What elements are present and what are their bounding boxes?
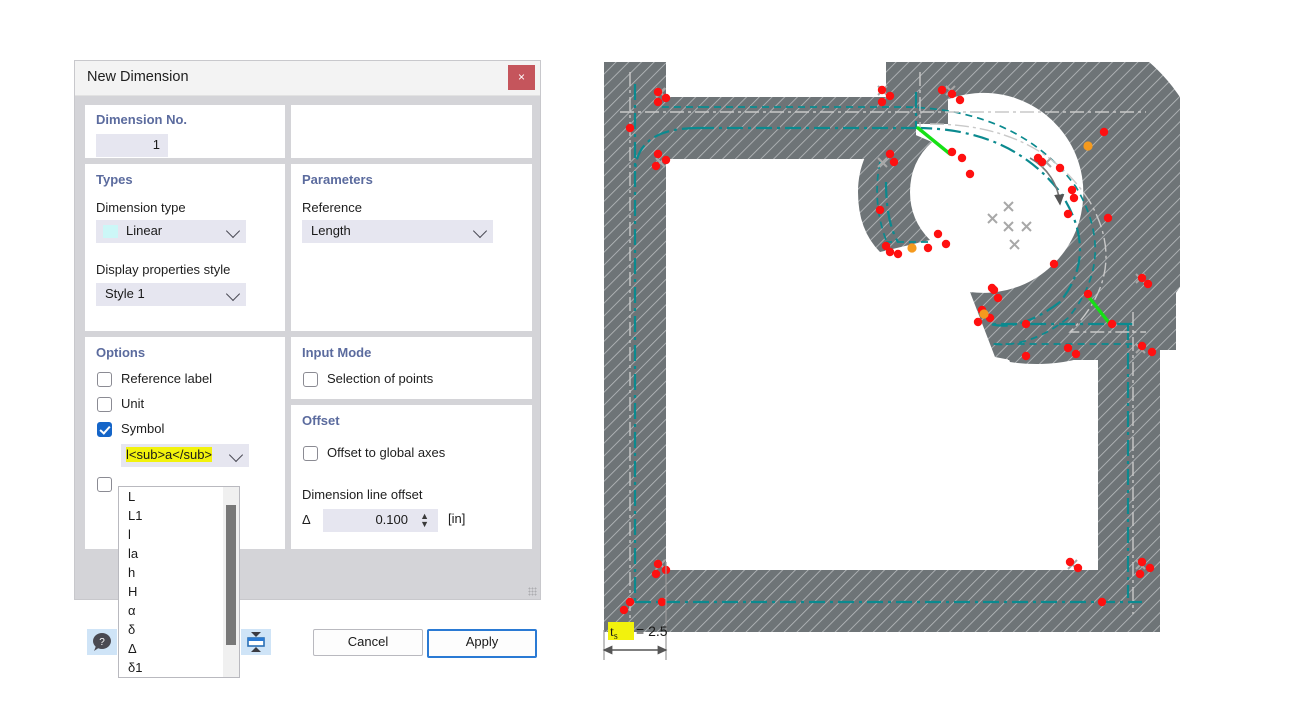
dropdown-item[interactable]: L1 bbox=[119, 506, 239, 525]
dropdown-item[interactable]: Δ bbox=[119, 639, 239, 658]
symbol-combo-value[interactable]: l<sub>a</sub> bbox=[126, 447, 213, 462]
reference-label: Reference bbox=[302, 200, 362, 215]
types-panel: Types Dimension type Linear Display prop… bbox=[85, 164, 285, 331]
dropdown-item[interactable]: H bbox=[119, 582, 239, 601]
offset-value-field[interactable]: 0.100 ▲ ▼ bbox=[323, 509, 438, 532]
selection-of-points-checkbox[interactable] bbox=[303, 372, 318, 387]
dimension-no-side-panel bbox=[291, 105, 532, 158]
section-geometry bbox=[604, 62, 1180, 632]
chevron-down-icon bbox=[472, 223, 488, 239]
hidden-option-checkbox[interactable] bbox=[97, 477, 112, 492]
offset-global-axes-label: Offset to global axes bbox=[327, 445, 446, 460]
linear-color-swatch bbox=[103, 225, 118, 238]
spinner-icon[interactable]: ▲ ▼ bbox=[420, 512, 429, 529]
dropdown-scrollbar[interactable] bbox=[223, 487, 239, 677]
reference-combo[interactable]: Length bbox=[302, 220, 493, 243]
page-title: New Dimension bbox=[87, 69, 189, 85]
input-mode-panel: Input Mode Selection of points bbox=[291, 337, 532, 399]
chevron-down-icon[interactable] bbox=[228, 447, 244, 463]
symbol-combo[interactable]: l<sub>a</sub> bbox=[121, 444, 249, 467]
display-style-value: Style 1 bbox=[105, 286, 145, 301]
dropdown-item[interactable]: α bbox=[119, 601, 239, 620]
symbol-checkbox[interactable] bbox=[97, 422, 112, 437]
dimension-type-value: Linear bbox=[126, 223, 163, 238]
reference-value: Length bbox=[311, 223, 351, 238]
dim-line-offset-label: Dimension line offset bbox=[302, 487, 423, 502]
dropdown-item[interactable]: δ bbox=[119, 620, 239, 639]
symbol-label-text: Symbol bbox=[121, 421, 165, 436]
offset-global-axes-checkbox[interactable] bbox=[303, 446, 318, 461]
dialog-titlebar: New Dimension × bbox=[75, 61, 540, 96]
offset-panel: Offset Offset to global axes Dimension l… bbox=[291, 405, 532, 549]
cross-section-drawing: ts = 2.5 bbox=[602, 62, 1180, 660]
reference-label-text: Reference label bbox=[121, 371, 213, 386]
dropdown-item[interactable]: δ1 bbox=[119, 658, 239, 677]
options-header: Options bbox=[96, 345, 146, 360]
delta-symbol: Δ bbox=[302, 512, 311, 527]
dropdown-item[interactable]: la bbox=[119, 544, 239, 563]
symbol-dropdown-list[interactable]: L L1 l la h H α δ Δ δ1 bbox=[118, 486, 240, 678]
unit-checkbox[interactable] bbox=[97, 397, 112, 412]
parameters-panel: Parameters Reference Length bbox=[291, 164, 532, 331]
dimension-no-header: Dimension No. bbox=[96, 112, 188, 127]
dropdown-scrollbar-thumb[interactable] bbox=[226, 505, 236, 645]
dimension-no-panel: Dimension No. 1 bbox=[85, 105, 285, 158]
types-header: Types bbox=[96, 172, 133, 187]
offset-header: Offset bbox=[302, 413, 340, 428]
chevron-down-icon bbox=[225, 223, 241, 239]
input-mode-header: Input Mode bbox=[302, 345, 372, 360]
close-icon[interactable]: × bbox=[508, 65, 535, 90]
dropdown-item[interactable]: l bbox=[119, 525, 239, 544]
svg-text:?: ? bbox=[99, 637, 105, 648]
resize-grip[interactable] bbox=[528, 587, 537, 596]
dimension-type-combo[interactable]: Linear bbox=[96, 220, 246, 243]
dimension-type-label: Dimension type bbox=[96, 200, 186, 215]
cad-viewport[interactable]: ts = 2.5 bbox=[590, 62, 1180, 662]
parameters-header: Parameters bbox=[302, 172, 373, 187]
chevron-down-icon bbox=[225, 286, 241, 302]
dropdown-item[interactable]: L bbox=[119, 487, 239, 506]
display-style-label: Display properties style bbox=[96, 262, 231, 277]
help-icon[interactable]: ? bbox=[87, 629, 117, 655]
dimension-value-text: = 2.5 bbox=[636, 623, 668, 639]
apply-button[interactable]: Apply bbox=[427, 629, 537, 658]
unit-label-text: Unit bbox=[121, 396, 145, 411]
offset-unit: [in] bbox=[448, 511, 466, 526]
dropdown-item[interactable]: h bbox=[119, 563, 239, 582]
offset-value: 0.100 bbox=[375, 512, 408, 527]
selection-of-points-label: Selection of points bbox=[327, 371, 434, 386]
align-center-icon[interactable] bbox=[241, 629, 271, 655]
dimension-no-value: 1 bbox=[152, 137, 160, 152]
cancel-button[interactable]: Cancel bbox=[313, 629, 423, 656]
display-style-combo[interactable]: Style 1 bbox=[96, 283, 246, 306]
reference-label-checkbox[interactable] bbox=[97, 372, 112, 387]
dimension-no-field[interactable]: 1 bbox=[96, 134, 168, 157]
